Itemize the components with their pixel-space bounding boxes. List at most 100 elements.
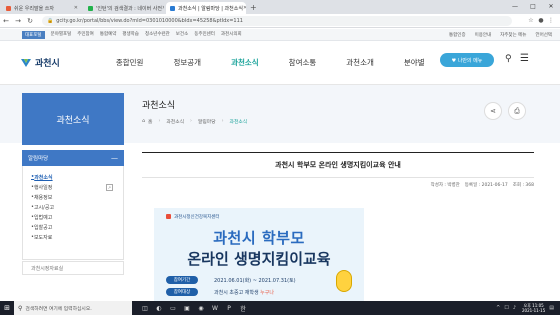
org-logo-icon xyxy=(166,214,171,219)
browser-tab-1[interactable]: 쉬운 우리말을 쓰자 ✕ xyxy=(2,2,82,14)
poster-org: 과천시정신건강복지센터 xyxy=(174,215,220,220)
util-right-link[interactable]: 자주찾는 메뉴 xyxy=(500,32,526,38)
main-menu: 종합민원 정보공개 과천소식 참여소통 과천소개 분야별 xyxy=(116,57,455,68)
browser-tab-2[interactable]: '인턴'의 검색결과 : 네이버 사전 ✕ xyxy=(84,2,164,14)
util-right-link[interactable]: 이용안내 xyxy=(475,32,492,38)
sidebar-item[interactable]: • 입찰공고 xyxy=(31,222,123,232)
logo-icon xyxy=(21,58,31,67)
task-view-icon[interactable]: ◫ xyxy=(138,301,152,315)
site-logo[interactable]: 과천시 xyxy=(20,56,60,69)
sidebar-item-label: 과천소식 xyxy=(34,174,53,181)
star-icon[interactable]: ☆ xyxy=(526,17,536,24)
breadcrumb-separator: › xyxy=(190,119,192,124)
my-menu-button[interactable]: ♥ 나만의 메뉴 xyxy=(440,53,494,67)
back-icon[interactable]: ← xyxy=(0,17,12,25)
maximize-button[interactable]: □ xyxy=(524,0,542,14)
edge-icon[interactable]: ◐ xyxy=(152,301,166,315)
network-icon[interactable]: ☐ xyxy=(504,305,508,311)
breadcrumb-item[interactable]: 홈 xyxy=(148,118,152,125)
article-poster-image: 과천시정신건강복지센터 과천시 학부모 온라인 생명지킴이교육 참여기간 202… xyxy=(154,208,364,303)
sidebar-item[interactable]: • 고시/공고 xyxy=(31,202,123,212)
sidebar-header-label: 알림마당 xyxy=(28,156,49,162)
util-link[interactable]: 통합예약 xyxy=(100,31,117,39)
share-button[interactable]: ⋖ xyxy=(484,102,502,120)
sidebar-item[interactable]: • 채용정보 xyxy=(31,192,123,202)
print-button[interactable]: ⎙ xyxy=(508,102,526,120)
taskbar-search[interactable]: ⚲ 검색하려면 여기에 입력하십시오. xyxy=(14,301,132,315)
minimize-button[interactable]: — xyxy=(506,0,524,14)
main-menu-item[interactable]: 과천소개 xyxy=(346,57,374,68)
sidebar-item[interactable]: • 보도자료 xyxy=(31,232,123,242)
home-icon[interactable]: ⌂ xyxy=(142,119,145,124)
new-tab-button[interactable]: + xyxy=(250,2,257,14)
profile-icon[interactable]: ● xyxy=(536,17,546,24)
hamburger-menu-icon[interactable]: ☰ xyxy=(520,53,529,64)
sidebar-item-label: 보도자료 xyxy=(33,234,53,241)
sidebar-item[interactable]: • 입법예고 xyxy=(31,212,123,222)
sidebar-item-label: 채용정보 xyxy=(33,194,53,201)
util-link[interactable]: 과천시의회 xyxy=(221,31,242,39)
sidebar-item-archive[interactable]: 과천시정자료실 xyxy=(22,261,124,275)
url-field[interactable]: 🔒 gcity.go.kr/portal/bbs/view.do?mId=030… xyxy=(42,15,512,26)
util-link[interactable]: 평생학습 xyxy=(122,31,139,39)
main-menu-item[interactable]: 과천소식 xyxy=(231,57,259,68)
main-menu-item[interactable]: 참여소통 xyxy=(289,57,317,68)
util-right-link[interactable]: 통합인증 xyxy=(449,32,466,38)
notification-icon[interactable]: ▤ xyxy=(549,305,554,311)
share-icon: ⋖ xyxy=(490,107,496,115)
forward-icon[interactable]: → xyxy=(12,17,24,25)
sidebar-header[interactable]: 알림마당 — xyxy=(22,150,124,166)
breadcrumb-current: 과천소식 xyxy=(229,120,248,125)
util-link[interactable]: 동주민센터 xyxy=(194,31,215,39)
windows-start-icon[interactable]: ⊞ xyxy=(0,301,14,315)
sidebar-item-label: 입찰공고 xyxy=(33,224,53,231)
main-menu-item[interactable]: 정보공개 xyxy=(173,57,201,68)
poster-headline-1: 과천시 학부모 xyxy=(213,229,305,247)
reload-icon[interactable]: ↻ xyxy=(24,17,36,25)
util-link[interactable]: 보건소 xyxy=(176,31,188,39)
close-icon[interactable]: ✕ xyxy=(74,5,78,11)
store-icon[interactable]: ▣ xyxy=(180,301,194,315)
meta-date: 등록일 : 2021-06-17 xyxy=(464,183,508,188)
more-icon[interactable]: ⋮ xyxy=(546,17,556,24)
print-icon: ⎙ xyxy=(514,106,520,115)
sidebar-item-label: 고시/공고 xyxy=(33,204,55,211)
close-icon[interactable]: ✕ xyxy=(162,5,164,11)
util-link[interactable]: 분야별포털 xyxy=(51,31,72,39)
util-links: 대표포털 분야별포털 주민참여 통합예약 평생학습 청소년수련관 보건소 동주민센터 과천시의회 xyxy=(22,30,248,39)
close-icon[interactable]: ✕ xyxy=(243,5,246,11)
article-meta: 작성자 : 박병찬 등록일 : 2021-06-17 조회 : 368 xyxy=(142,182,534,188)
folder-icon[interactable]: ▭ xyxy=(166,301,180,315)
tab-favicon xyxy=(6,5,11,11)
search-icon[interactable]: ⚲ xyxy=(505,54,512,64)
poster-headline-2: 온라인 생명지킴이교육 xyxy=(187,250,331,268)
clock[interactable]: 오후 11:05 2021-11-15 xyxy=(522,303,545,313)
article-title: 과천시 학부모 온라인 생명지킴이교육 안내 xyxy=(275,161,401,169)
powerpoint-icon[interactable]: P xyxy=(222,301,236,315)
sidebar-item[interactable]: • 행사일정 ↗ xyxy=(31,182,123,192)
poster-target-text: 과천시 초중고 재학생 xyxy=(214,290,261,296)
sidebar-item-label: 행사일정 xyxy=(33,184,53,191)
poster-target-label: 참여대상 xyxy=(166,288,198,296)
windows-taskbar: ⊞ ⚲ 검색하려면 여기에 입력하십시오. ◫ ◐ ▭ ▣ ◉ W P 한 ^ … xyxy=(0,301,560,315)
breadcrumb-item[interactable]: 알림마당 xyxy=(198,118,216,125)
hwp-icon[interactable]: 한 xyxy=(236,301,250,315)
volume-icon[interactable]: ♪ xyxy=(513,305,516,311)
collapse-icon[interactable]: — xyxy=(111,154,118,162)
tray-up-icon[interactable]: ^ xyxy=(496,305,500,311)
util-link[interactable]: 주민참여 xyxy=(77,31,94,39)
breadcrumb-item[interactable]: 과천소식 xyxy=(166,118,184,125)
logo-text: 과천시 xyxy=(35,59,60,69)
browser-tab-3[interactable]: 과천소식 | 알림마당 | 과천소식 ✕ xyxy=(166,2,246,14)
util-link[interactable]: 청소년수련관 xyxy=(145,31,170,39)
close-window-button[interactable]: ✕ xyxy=(542,0,560,14)
util-right-link[interactable]: 언어선택 xyxy=(535,32,552,38)
chrome-icon[interactable]: ◉ xyxy=(194,301,208,315)
util-link[interactable]: 대표포털 xyxy=(22,30,45,39)
sidebar-item[interactable]: • 과천소식 xyxy=(31,172,123,182)
main-menu-item[interactable]: 종합민원 xyxy=(116,57,144,68)
mouse-illustration-icon xyxy=(336,270,352,292)
util-right: 통합인증 이용안내 자주찾는 메뉴 언어선택 xyxy=(440,32,552,38)
main-menu-item[interactable]: 분야별 xyxy=(404,57,425,68)
word-icon[interactable]: W xyxy=(208,301,222,315)
